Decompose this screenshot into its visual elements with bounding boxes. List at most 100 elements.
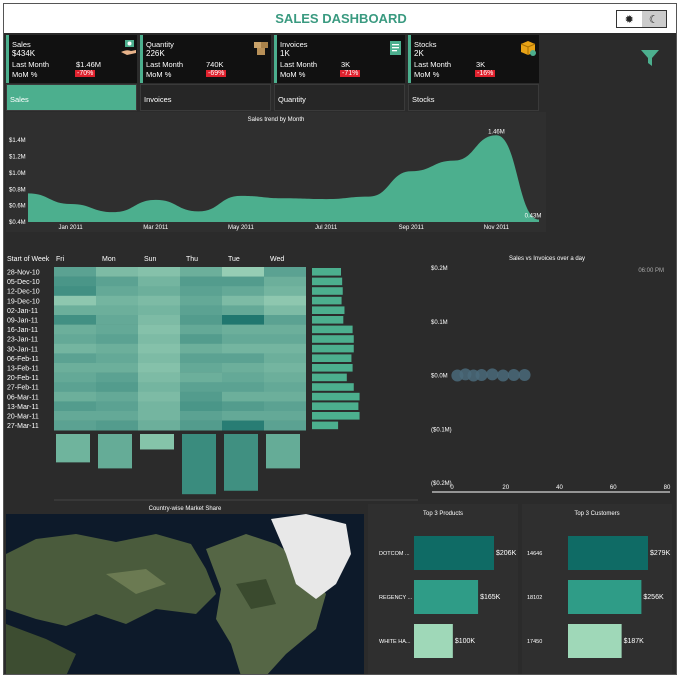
kpi-value: 226K (146, 49, 165, 58)
kpi-name: Stocks (414, 40, 437, 49)
heatmap-cell (180, 334, 222, 345)
scatter-point (507, 368, 520, 381)
heatmap-cell (54, 276, 96, 287)
heatmap-cell (180, 267, 222, 277)
heatmap-cell (138, 363, 180, 373)
heatmap-cell (180, 315, 222, 325)
x-tick-label: Nov 2011 (484, 225, 510, 231)
heatmap-row-label: 13-Feb-11 (7, 366, 39, 373)
heatmap-cell (222, 353, 264, 364)
heatmap-cell (222, 343, 264, 354)
tab-invoices[interactable]: Invoices (140, 84, 271, 111)
x-tick-label: Jan 2011 (58, 225, 83, 231)
kpi-card-stocks[interactable]: Stocks 2K Last Month 3K MoM % -16% (408, 35, 539, 83)
scatter-svg: Sales vs Invoices over a day 06:00 PM $0.2… (431, 256, 671, 493)
heatmap-column-header: Sun (144, 256, 157, 263)
bar-value-label: $279K (650, 550, 671, 557)
heatmap-cell (222, 401, 264, 412)
column-total-bar (182, 434, 216, 495)
money-hand-icon (121, 40, 136, 55)
heatmap-cell (222, 295, 264, 306)
sales-area (28, 135, 539, 222)
y-tick-label: $0.6M (9, 204, 26, 210)
bar-category-label: REGENCY ... (379, 595, 413, 601)
heatmap-row-label: 30-Jan-11 (7, 346, 38, 353)
heatmap-cell (54, 315, 96, 325)
bar-value-label: $206K (496, 550, 517, 557)
theme-toggle[interactable]: ✹ ☾ (616, 10, 667, 28)
row-total-bar (312, 344, 354, 353)
scatter-point (475, 368, 488, 381)
heatmap-cell (54, 382, 96, 393)
heatmap-row-label: 27-Mar-11 (7, 423, 39, 430)
heatmap-cell (222, 267, 264, 277)
data-label: 1.46M (488, 129, 505, 135)
heatmap-cell (54, 295, 96, 306)
heatmap-cell (264, 286, 306, 297)
heatmap-cell (180, 353, 222, 364)
heatmap-row-label: 06-Mar-11 (7, 394, 39, 401)
heatmap-column-header: Wed (270, 256, 284, 263)
heatmap-cell (138, 315, 180, 325)
kpi-last-month-label: Last Month (414, 60, 452, 69)
heatmap-row-label: 02-Jan-11 (7, 308, 38, 315)
kpi-name: Sales (12, 40, 31, 49)
heatmap-cell (96, 286, 138, 297)
kpi-mom-label: MoM % (280, 70, 306, 79)
heatmap-cell (264, 353, 306, 364)
kpi-card-invoices[interactable]: Invoices 1K Last Month 3K MoM % -71% (274, 35, 405, 83)
y-tick-label: $0.8M (9, 187, 26, 193)
heatmap-cell (264, 391, 306, 402)
heatmap-cell (264, 334, 306, 345)
kpi-last-month-label: Last Month (146, 60, 184, 69)
heatmap-cell (264, 372, 306, 383)
title-bar: SALES DASHBOARD ✹ ☾ (4, 4, 676, 33)
heatmap-cell (138, 267, 180, 277)
sales-trend-chart: Sales trend by Month $0.4M $0.6M $0.8M $1.0M… (6, 112, 546, 232)
kpi-mom-badge: -70% (75, 70, 96, 77)
heatmap-cell (264, 295, 306, 306)
top-customers-svg: Top 3 Customers 14646 $279K 18102 $256K 17450… (527, 511, 671, 658)
kpi-mom-badge: -71% (340, 70, 361, 77)
heatmap-cell (138, 286, 180, 297)
heatmap-cell (264, 420, 306, 431)
row-total-bar (312, 392, 360, 401)
heatmap-cell (264, 343, 306, 354)
heatmap-row-label: 09-Jan-11 (7, 318, 38, 325)
heatmap-cell (180, 343, 222, 354)
tab-quantity[interactable]: Quantity (274, 84, 405, 111)
row-total-bar (312, 277, 343, 286)
column-total-bar (140, 434, 174, 450)
x-tick-label: 0 (450, 485, 454, 491)
heatmap-row-label: 23-Jan-11 (7, 337, 38, 344)
sun-icon[interactable]: ✹ (617, 11, 642, 27)
bar (568, 624, 622, 658)
bar (414, 536, 494, 570)
heatmap-cell (180, 372, 222, 383)
heatmap-cell (138, 305, 180, 316)
filter-icon[interactable] (640, 48, 660, 68)
heatmap-cell (180, 363, 222, 373)
kpi-card-sales[interactable]: Sales $434K Last Month $1.46M MoM % -70% (6, 35, 137, 83)
bar-value-label: $187K (624, 638, 645, 645)
heatmap-cell (264, 305, 306, 316)
moon-icon[interactable]: ☾ (641, 11, 666, 27)
world-map[interactable] (6, 514, 364, 675)
heatmap-row-label: 27-Feb-11 (7, 385, 39, 392)
row-total-bar (312, 364, 353, 372)
page-title: SALES DASHBOARD (275, 11, 407, 26)
heatmap-cell (138, 276, 180, 287)
heatmap-cell (222, 363, 264, 373)
row-total-bar (312, 335, 354, 343)
bar-value-label: $256K (643, 594, 664, 601)
tab-stocks[interactable]: Stocks (408, 84, 539, 111)
kpi-last-month-value: 3K (341, 60, 351, 69)
heatmap-cell (138, 420, 180, 431)
kpi-card-quantity[interactable]: Quantity 226K Last Month 740K MoM % -69% (140, 35, 271, 83)
heatmap-cell (54, 267, 96, 277)
heatmap-cell (138, 401, 180, 412)
heatmap-cell (222, 372, 264, 383)
tab-sales[interactable]: Sales (6, 84, 137, 111)
heatmap-cell (54, 353, 96, 364)
heatmap-cell (54, 401, 96, 412)
